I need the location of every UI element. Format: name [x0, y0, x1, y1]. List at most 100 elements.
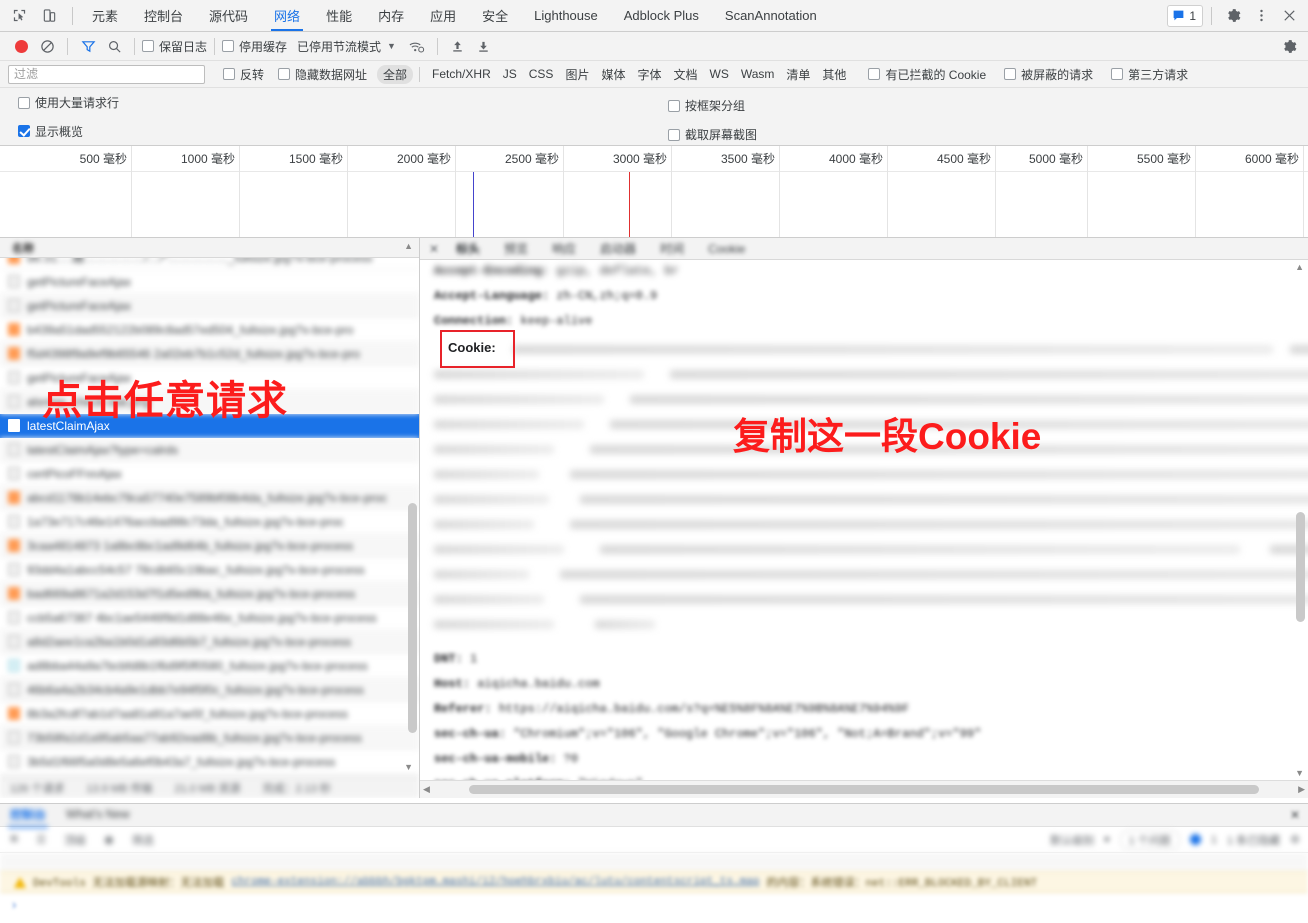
- detail-tab-response[interactable]: 响应: [540, 240, 588, 257]
- table-row[interactable]: 3b5d1f66f5a0d8e5a6ef0b43a7_fullsize.jpg?…: [0, 750, 419, 774]
- console-issues-pill[interactable]: 1 个问题: [1119, 829, 1180, 850]
- table-row[interactable]: abcd1178b14ebc79ca57740e7589bf08b4da_ful…: [0, 486, 419, 510]
- filter-type-other[interactable]: 其他: [816, 65, 852, 84]
- filter-type-js[interactable]: JS: [497, 66, 523, 82]
- close-icon[interactable]: [1276, 3, 1302, 29]
- device-toolbar-icon[interactable]: [38, 5, 60, 27]
- scroll-down-arrow-icon[interactable]: ▼: [404, 762, 413, 772]
- table-row[interactable]: 8b3a2fcdf7ab1d7aa81a91a7ae5f_fullsize.jp…: [0, 702, 419, 726]
- table-row[interactable]: 1a73e717c46e1476accbad98c73da_fullsize.j…: [0, 510, 419, 534]
- filter-type-css[interactable]: CSS: [523, 66, 560, 82]
- table-row[interactable]: 93dd4a1abcc54c57 78cdb65c19bac_fullsize.…: [0, 558, 419, 582]
- blocked-requests-checkbox[interactable]: 被屏蔽的请求: [1004, 66, 1093, 83]
- third-party-checkbox[interactable]: 第三方请求: [1111, 66, 1188, 83]
- more-options-icon[interactable]: [1248, 3, 1274, 29]
- tab-adblock-plus[interactable]: Adblock Plus: [611, 0, 712, 31]
- detail-tab-preview[interactable]: 预览: [492, 240, 540, 257]
- tab-security[interactable]: 安全: [469, 0, 521, 31]
- hscroll-left-arrow-icon[interactable]: ◀: [423, 784, 430, 795]
- filter-type-media[interactable]: 媒体: [595, 65, 631, 84]
- drawer-close-icon[interactable]: ✕: [1290, 808, 1300, 822]
- export-har-button[interactable]: [471, 34, 497, 58]
- blocked-cookies-checkbox[interactable]: 有已拦截的 Cookie: [868, 66, 986, 83]
- filter-type-all[interactable]: 全部: [377, 64, 414, 84]
- capture-screenshots-checkbox[interactable]: 截取屏幕截图: [668, 126, 757, 143]
- show-overview-checkbox[interactable]: 显示概览: [18, 123, 83, 140]
- filter-toggle-button[interactable]: [75, 34, 101, 58]
- clear-button[interactable]: [34, 34, 60, 58]
- invert-checkbox[interactable]: 反转: [223, 66, 264, 83]
- table-row[interactable]: certPicoFFnnAjax: [0, 462, 419, 486]
- filter-type-fetch-xhr[interactable]: Fetch/XHR: [426, 66, 497, 82]
- filter-type-wasm[interactable]: Wasm: [735, 66, 781, 82]
- request-list-scrollbar[interactable]: [408, 503, 417, 733]
- table-row[interactable]: bad669a8671a2d153d7f1d5ed9ba_fullsize.jp…: [0, 582, 419, 606]
- record-button[interactable]: [8, 34, 34, 58]
- filter-type-img[interactable]: 图片: [559, 65, 595, 84]
- detail-vertical-scrollbar[interactable]: [1296, 512, 1305, 622]
- detail-tab-headers[interactable]: 标头: [444, 240, 492, 257]
- table-row[interactable]: ad8bba44a9a7bcbfd8b1f6d9f5ff0580_fullsiz…: [0, 654, 419, 678]
- filter-type-doc[interactable]: 文档: [667, 65, 703, 84]
- table-row[interactable]: a8d2aee1ca2ba1b0d1a93d6b5b7_fullsize.jpg…: [0, 630, 419, 654]
- console-filter-icon[interactable]: ◉: [104, 833, 114, 846]
- tab-memory[interactable]: 内存: [365, 0, 417, 31]
- tab-network[interactable]: 网络: [261, 0, 313, 31]
- table-row[interactable]: getPictureFaceAjax: [0, 294, 419, 318]
- disable-cache-checkbox[interactable]: 停用缓存: [222, 38, 287, 55]
- group-by-frame-checkbox[interactable]: 按框架分组: [668, 97, 745, 114]
- big-request-rows-checkbox[interactable]: 使用大量请求行: [18, 94, 119, 111]
- detail-scroll-up-arrow-icon[interactable]: ▲: [1295, 262, 1304, 272]
- filter-type-ws[interactable]: WS: [704, 66, 735, 82]
- hide-data-urls-checkbox[interactable]: 隐藏数据网址: [278, 66, 367, 83]
- chevron-down-icon[interactable]: ▼: [387, 41, 396, 51]
- detail-horizontal-scrollbar[interactable]: ◀ ▶: [420, 780, 1308, 798]
- console-sidebar-icon[interactable]: ☰: [36, 833, 46, 846]
- inspect-element-icon[interactable]: [8, 5, 30, 27]
- hscroll-thumb[interactable]: [469, 785, 1259, 794]
- table-row[interactable]: ccb5a67387 4bc1ae5446f9d1d88e46e_fullsiz…: [0, 606, 419, 630]
- table-row[interactable]: f5d4398f9a9ef9b65546 2a02eb7b1c52d_fulls…: [0, 342, 419, 366]
- detail-tab-timing[interactable]: 时间: [648, 240, 696, 257]
- network-conditions-button[interactable]: [404, 34, 430, 58]
- table-row[interactable]: 3caa4814873 1a8bc8bc1ad9d64b_fullsize.jp…: [0, 534, 419, 558]
- close-detail-icon[interactable]: ✕: [424, 242, 444, 256]
- console-filter-input[interactable]: 筛选: [132, 832, 154, 848]
- console-context-selector[interactable]: 顶级: [64, 832, 86, 848]
- search-button[interactable]: [101, 34, 127, 58]
- filter-input[interactable]: [8, 64, 205, 84]
- tab-scan-annotation[interactable]: ScanAnnotation: [712, 0, 830, 31]
- console-level-select[interactable]: 默认级别: [1050, 832, 1094, 848]
- console-settings-gear-icon[interactable]: ⚙: [1290, 833, 1300, 846]
- import-har-button[interactable]: [445, 34, 471, 58]
- warning-link[interactable]: chrome-extension://abbbh/bgktpm.mashi/i2…: [231, 876, 759, 888]
- tab-application[interactable]: 应用: [417, 0, 469, 31]
- tab-lighthouse[interactable]: Lighthouse: [521, 0, 611, 31]
- tab-sources[interactable]: 源代码: [196, 0, 261, 31]
- table-row[interactable]: d6.31.…趣……………/…/*……………_fullsize.jpg?x-bc…: [0, 258, 419, 270]
- request-list-header[interactable]: 名称 ▲: [0, 238, 419, 258]
- filter-type-font[interactable]: 字体: [631, 65, 667, 84]
- table-row[interactable]: getPictureFaceAjax: [0, 270, 419, 294]
- scroll-up-arrow-icon[interactable]: ▲: [404, 241, 413, 251]
- throttling-select[interactable]: 已停用节流模式: [297, 38, 381, 55]
- table-row[interactable]: latestClaimAjax?type=calrds: [0, 438, 419, 462]
- network-settings-gear-icon[interactable]: [1276, 33, 1302, 59]
- hscroll-right-arrow-icon[interactable]: ▶: [1298, 784, 1305, 795]
- tab-performance[interactable]: 性能: [313, 0, 365, 31]
- drawer-tab-console[interactable]: 控制台: [7, 806, 49, 828]
- detail-scroll-down-arrow-icon[interactable]: ▼: [1295, 768, 1304, 778]
- detail-tab-cookies[interactable]: Cookie: [696, 242, 757, 256]
- network-overview-timeline[interactable]: 500 毫秒 1000 毫秒 1500 毫秒 2000 毫秒 2500 毫秒 3…: [0, 146, 1308, 238]
- table-row[interactable]: 46b6a4a2b34cb4a9e1dbb7e94f5f0c_fullsize.…: [0, 678, 419, 702]
- filter-type-manifest[interactable]: 清单: [780, 65, 816, 84]
- message-count-badge[interactable]: 1: [1167, 4, 1203, 27]
- preserve-log-checkbox[interactable]: 保留日志: [142, 38, 207, 55]
- console-prompt-row[interactable]: ›: [0, 893, 1308, 915]
- table-row[interactable]: 73b58fa1d1a95ab5aa77ab92ead8b_fullsize.j…: [0, 726, 419, 750]
- tab-elements[interactable]: 元素: [79, 0, 131, 31]
- table-row[interactable]: b439a51dad552122b089c8ad57ed504_fullsize…: [0, 318, 419, 342]
- tab-console[interactable]: 控制台: [131, 0, 196, 31]
- console-clear-icon[interactable]: ⛕: [10, 833, 18, 847]
- drawer-tab-whats-new[interactable]: What's New: [66, 807, 130, 823]
